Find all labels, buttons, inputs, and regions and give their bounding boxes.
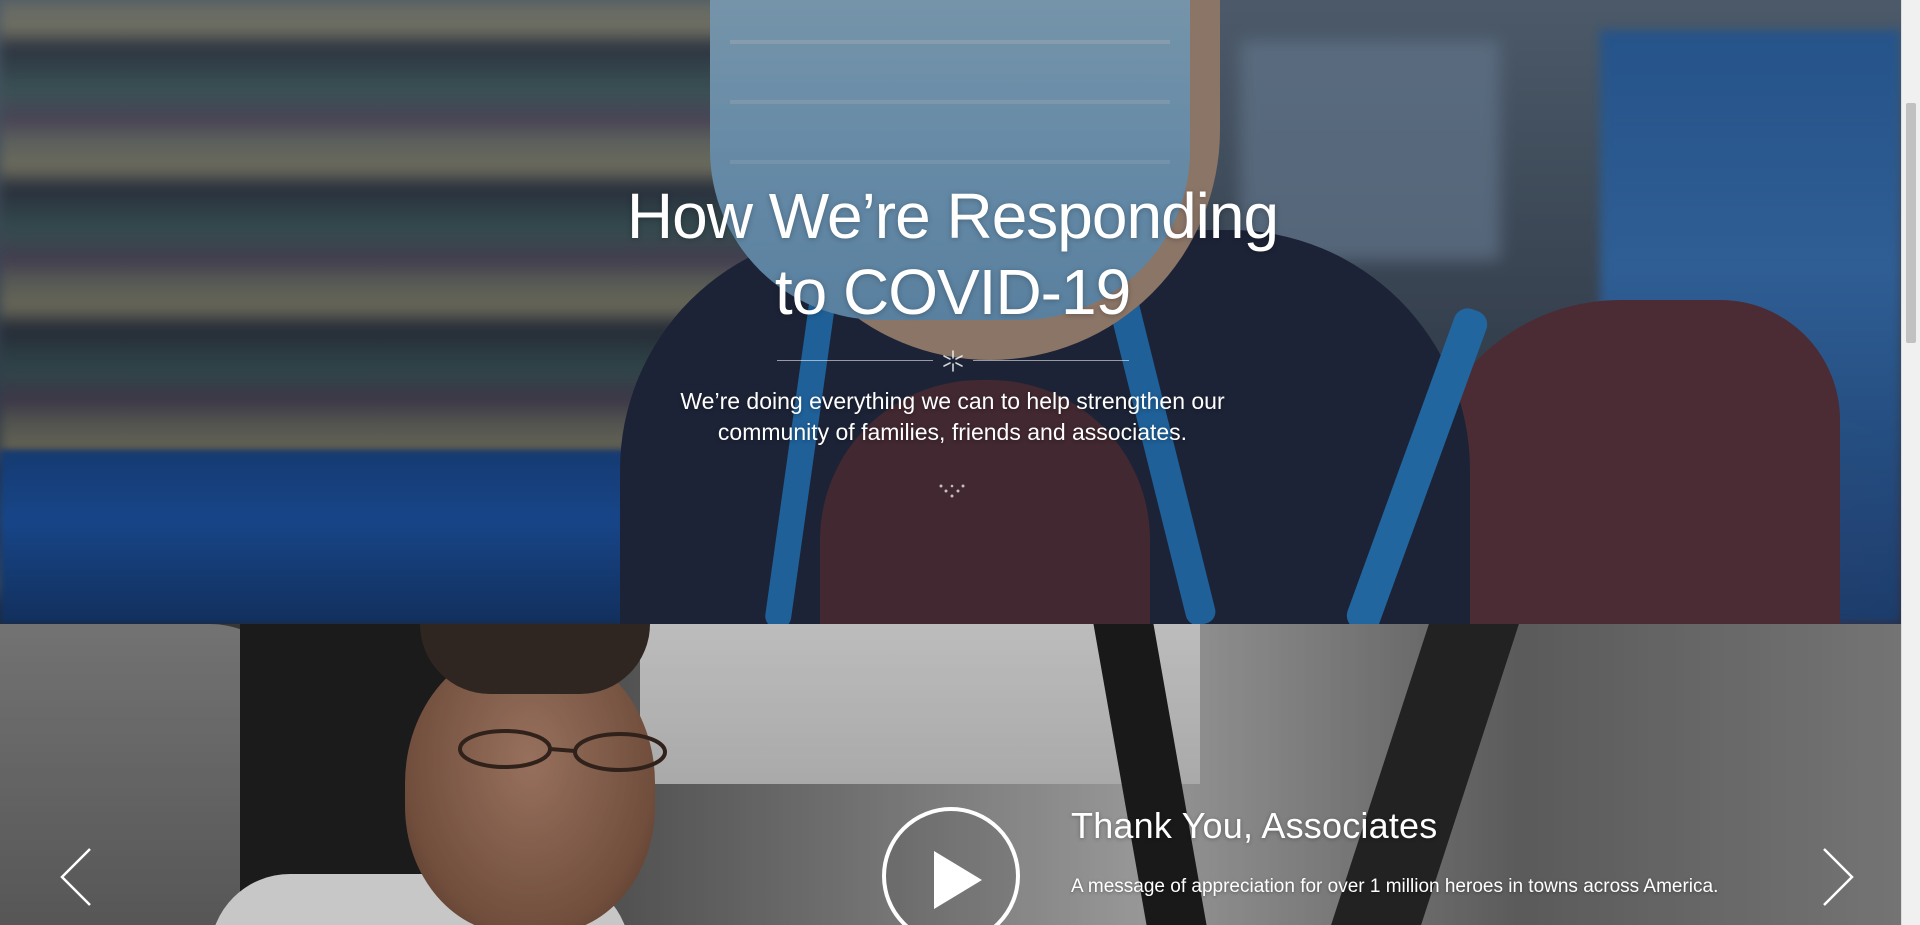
hero-subtitle-line-1: We’re doing everything we can to help st… — [680, 388, 1225, 414]
page-scrollbar[interactable] — [1901, 0, 1920, 925]
chevron-left-icon[interactable] — [56, 845, 96, 909]
hero-divider — [776, 350, 1129, 372]
play-icon — [934, 851, 982, 909]
video-slide-title: Thank You, Associates — [1071, 805, 1438, 846]
hero-title-line-1: How We’re Responding — [626, 180, 1279, 252]
spark-icon — [942, 350, 963, 372]
scrollbar-thumb[interactable] — [1906, 103, 1916, 343]
chevron-down-icon[interactable] — [937, 481, 967, 503]
chevron-right-icon[interactable] — [1818, 845, 1858, 909]
hero-content: How We’re Responding to COVID-19 We’re d… — [560, 178, 1345, 448]
page: How We’re Responding to COVID-19 We’re d… — [0, 0, 1920, 925]
hero-title-line-2: to COVID-19 — [774, 256, 1131, 328]
hero-title: How We’re Responding to COVID-19 — [560, 178, 1345, 330]
divider-line-left — [776, 360, 933, 361]
hero-subtitle-line-2: community of families, friends and assoc… — [717, 419, 1188, 445]
hero-banner: How We’re Responding to COVID-19 We’re d… — [0, 0, 1901, 624]
video-slide-description: A message of appreciation for over 1 mil… — [1071, 876, 1719, 897]
hero-subtitle: We’re doing everything we can to help st… — [560, 386, 1345, 448]
video-carousel: Thank You, Associates A message of appre… — [0, 624, 1901, 925]
divider-line-right — [972, 360, 1129, 361]
